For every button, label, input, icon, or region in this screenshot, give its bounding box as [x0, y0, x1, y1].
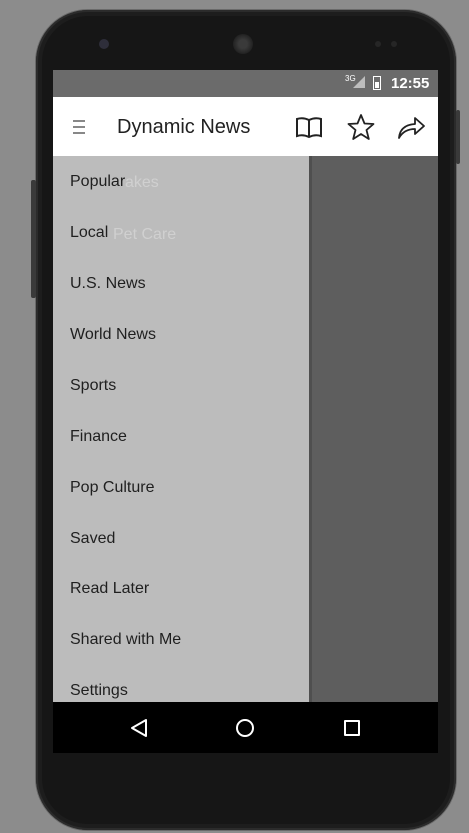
recents-icon[interactable]	[344, 720, 360, 736]
drawer-item-us-news[interactable]: U.S. News	[70, 275, 146, 293]
app-title: Dynamic News	[117, 116, 251, 138]
drawer-item-sports[interactable]: Sports	[70, 377, 116, 395]
battery-icon	[373, 76, 381, 90]
power-button	[456, 110, 460, 164]
proximity-sensor	[375, 41, 381, 47]
drawer-item-pop-culture[interactable]: Pop Culture	[70, 479, 155, 497]
background-list-item: Pet Care	[113, 226, 177, 243]
drawer-item-popular[interactable]: Popular	[70, 173, 125, 191]
home-icon[interactable]	[236, 719, 254, 737]
drawer-item-saved[interactable]: Saved	[70, 530, 115, 548]
background-list-item: akes	[125, 174, 159, 191]
share-icon[interactable]	[396, 113, 426, 141]
book-icon[interactable]	[294, 113, 324, 141]
drawer-item-world-news[interactable]: World News	[70, 326, 156, 344]
drawer-item-read-later[interactable]: Read Later	[70, 580, 149, 598]
drawer-item-shared-with-me[interactable]: Shared with Me	[70, 631, 181, 649]
volume-button	[31, 180, 36, 298]
drawer-item-settings[interactable]: Settings	[70, 682, 128, 700]
menu-icon[interactable]	[73, 120, 85, 134]
drawer-shadow	[309, 156, 312, 703]
earpiece-speaker	[233, 34, 253, 54]
clock: 12:55	[391, 75, 430, 92]
status-bar: 3G 12:55	[53, 70, 438, 97]
star-icon[interactable]	[346, 113, 376, 141]
back-icon[interactable]	[129, 718, 149, 738]
drawer-item-local[interactable]: Local	[70, 224, 108, 242]
signal-icon	[353, 76, 365, 88]
navigation-drawer: akes Pet Care Popular Local U.S. News Wo…	[53, 156, 309, 703]
app-bar: Dynamic News	[53, 97, 438, 156]
front-camera	[99, 39, 109, 49]
drawer-item-finance[interactable]: Finance	[70, 428, 127, 446]
system-nav-bar	[53, 702, 438, 753]
light-sensor	[391, 41, 397, 47]
device-screen: 3G 12:55 Dynamic News akes Pet Care Popu…	[53, 70, 438, 753]
